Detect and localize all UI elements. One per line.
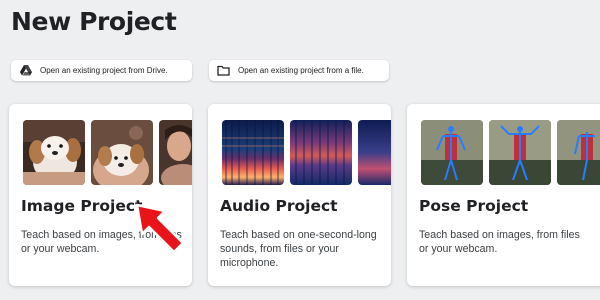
image-thumbnails — [23, 120, 192, 185]
pointer-arrow-icon — [131, 199, 191, 264]
image-project-title: Image Project — [21, 197, 143, 215]
dog-toy-image-1 — [23, 120, 85, 185]
pose-project-description: Teach based on images, from files or you… — [419, 229, 580, 255]
pose-image-2 — [489, 120, 551, 185]
audio-project-title: Audio Project — [220, 197, 338, 215]
google-drive-icon — [19, 64, 32, 77]
dog-toy-image-2 — [91, 120, 153, 185]
pose-project-title: Pose Project — [419, 197, 529, 215]
open-from-drive-button[interactable]: Open an existing project from Drive. — [11, 60, 192, 81]
pose-image-1 — [421, 120, 483, 185]
person-image-3 — [159, 120, 192, 185]
spectrogram-image-3 — [358, 120, 391, 185]
audio-project-card[interactable]: Audio Project Teach based on one-second-… — [208, 104, 391, 286]
pose-project-card[interactable]: Pose Project Teach based on images, from… — [407, 104, 600, 286]
open-from-drive-label: Open an existing project from Drive. — [40, 66, 168, 75]
spectrogram-image-2 — [290, 120, 352, 185]
pose-thumbnails — [421, 120, 600, 185]
open-from-file-button[interactable]: Open an existing project from a file. — [209, 60, 389, 81]
pose-image-3 — [557, 120, 600, 185]
audio-project-description: Teach based on one-second-long sounds, f… — [220, 229, 377, 269]
spectrogram-image-1 — [222, 120, 284, 185]
page-title: New Project — [11, 7, 177, 36]
open-from-file-label: Open an existing project from a file. — [238, 66, 364, 75]
audio-thumbnails — [222, 120, 391, 185]
folder-icon — [217, 64, 230, 77]
